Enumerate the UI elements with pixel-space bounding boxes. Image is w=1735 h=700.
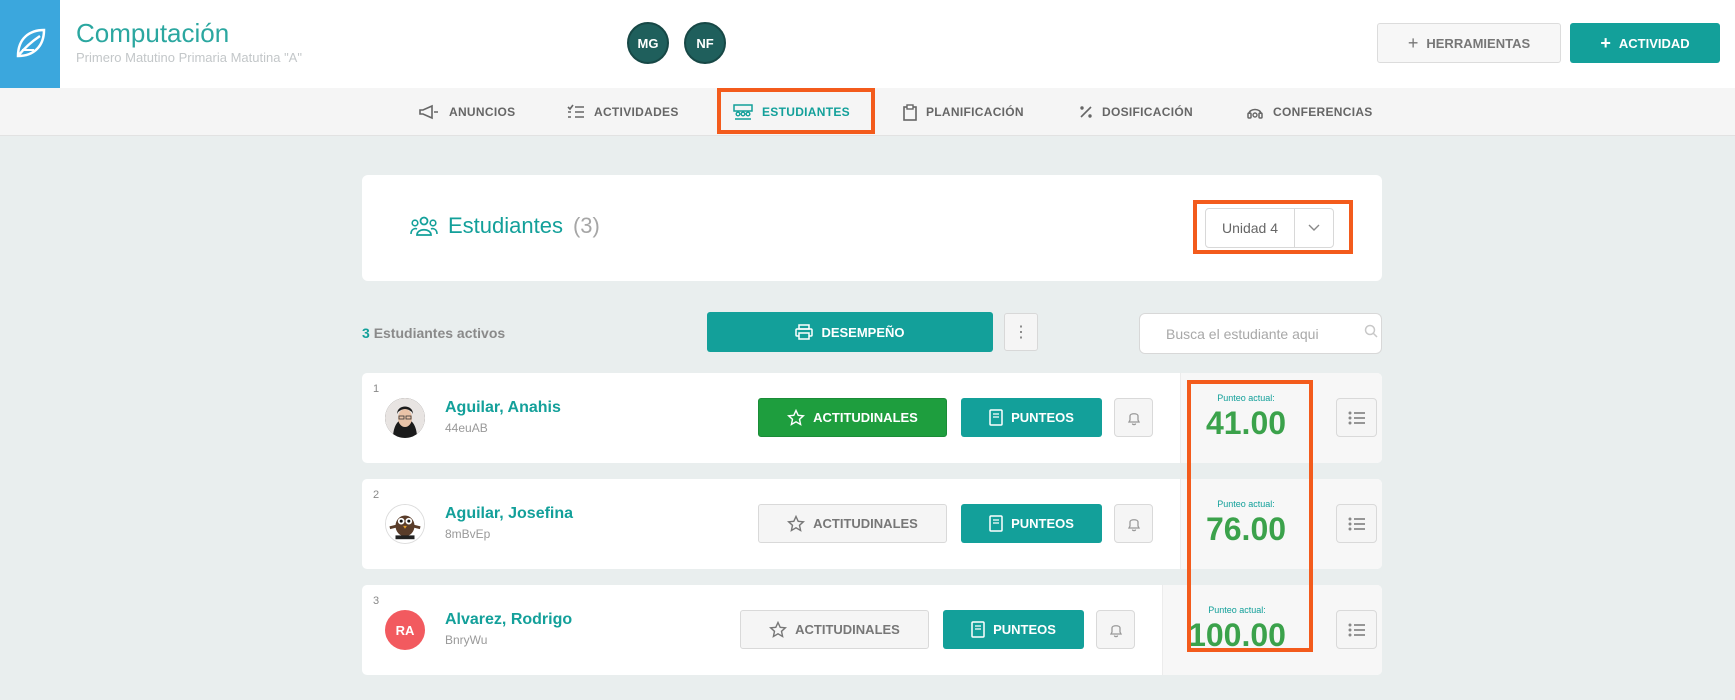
punteos-label: PUNTEOS xyxy=(1011,516,1074,531)
punteos-label: PUNTEOS xyxy=(993,622,1056,637)
search-icon xyxy=(1364,324,1378,343)
add-activity-button[interactable]: + ACTIVIDAD xyxy=(1570,23,1720,63)
avatar-initials: RA xyxy=(395,622,415,638)
student-code: 44euAB xyxy=(445,421,488,435)
tab-label: ANUNCIOS xyxy=(449,105,516,119)
desempeno-label: DESEMPEÑO xyxy=(821,324,905,340)
tools-label: HERRAMIENTAS xyxy=(1426,35,1531,51)
tab-label: CONFERENCIAS xyxy=(1273,105,1373,119)
checklist-icon xyxy=(567,104,584,118)
punteos-button[interactable]: PUNTEOS xyxy=(961,504,1102,543)
teacher-avatar[interactable]: NF xyxy=(684,22,726,64)
student-search[interactable] xyxy=(1139,313,1382,354)
student-avatar[interactable] xyxy=(385,504,425,544)
active-count-label: Estudiantes activos xyxy=(373,325,506,341)
details-button[interactable] xyxy=(1336,504,1377,543)
student-code: BnryWu xyxy=(445,633,488,647)
row-number: 1 xyxy=(373,383,380,395)
actitudinales-button[interactable]: ACTITUDINALES xyxy=(758,504,947,543)
student-avatar[interactable]: RA xyxy=(385,610,425,650)
tab-conferencias[interactable]: CONFERENCIAS xyxy=(1246,88,1373,136)
list-icon xyxy=(1348,517,1365,530)
highlight-box xyxy=(1193,200,1353,254)
book-icon xyxy=(989,515,1003,532)
more-options-button[interactable]: ⋮ xyxy=(1004,313,1038,351)
tab-actividades[interactable]: ACTIVIDADES xyxy=(567,88,679,136)
book-icon xyxy=(971,621,985,638)
punteos-button[interactable]: PUNTEOS xyxy=(943,610,1084,649)
student-avatar[interactable] xyxy=(385,398,425,438)
notify-button[interactable] xyxy=(1114,504,1153,543)
active-students-count: 3 Estudiantes activos xyxy=(362,325,505,341)
plus-icon: + xyxy=(1600,32,1611,53)
list-icon xyxy=(1348,623,1365,636)
actitudinales-label: ACTITUDINALES xyxy=(813,410,918,425)
users-icon xyxy=(410,216,438,236)
kebab-icon: ⋮ xyxy=(1013,324,1029,341)
tab-dosificacion[interactable]: DOSIFICACIÓN xyxy=(1079,88,1193,136)
student-name[interactable]: Aguilar, Anahis xyxy=(445,399,561,417)
actitudinales-button[interactable]: ACTITUDINALES xyxy=(758,398,947,437)
star-icon xyxy=(787,408,806,426)
panel-title: Estudiantes (3) xyxy=(410,213,600,239)
printer-icon xyxy=(795,324,814,340)
tab-label: PLANIFICACIÓN xyxy=(926,105,1024,119)
student-code: 8mBvEp xyxy=(445,527,491,541)
student-name[interactable]: Alvarez, Rodrigo xyxy=(445,611,572,629)
active-count-number: 3 xyxy=(362,325,370,341)
star-icon xyxy=(769,620,788,638)
percent-icon xyxy=(1080,106,1092,118)
punteos-button[interactable]: PUNTEOS xyxy=(961,398,1102,437)
bell-icon xyxy=(1109,624,1122,637)
tools-button[interactable]: + HERRAMIENTAS xyxy=(1377,23,1561,63)
leaf-icon xyxy=(16,28,46,58)
notify-button[interactable] xyxy=(1096,610,1135,649)
tab-anuncios[interactable]: ANUNCIOS xyxy=(418,88,515,136)
teacher-avatar[interactable]: MG xyxy=(627,22,669,64)
highlight-box xyxy=(717,88,875,134)
actitudinales-label: ACTITUDINALES xyxy=(813,516,918,531)
list-icon xyxy=(1348,411,1365,424)
row-number: 2 xyxy=(373,489,380,501)
bell-icon xyxy=(1127,518,1140,531)
details-button[interactable] xyxy=(1336,610,1377,649)
notify-button[interactable] xyxy=(1114,398,1153,437)
book-icon xyxy=(989,409,1003,426)
megaphone-icon xyxy=(419,104,438,120)
actitudinales-label: ACTITUDINALES xyxy=(795,622,900,637)
student-name[interactable]: Aguilar, Josefina xyxy=(445,505,573,523)
course-title: Computación xyxy=(76,18,230,48)
course-subtitle: Primero Matutino Primaria Matutina "A" xyxy=(76,50,302,65)
top-header: Computación Primero Matutino Primaria Ma… xyxy=(0,0,1735,88)
desempeno-button[interactable]: DESEMPEÑO xyxy=(707,312,993,352)
tab-planificacion[interactable]: PLANIFICACIÓN xyxy=(903,88,1024,136)
activity-label: ACTIVIDAD xyxy=(1618,35,1690,51)
actitudinales-button[interactable]: ACTITUDINALES xyxy=(740,610,929,649)
student-count: (3) xyxy=(572,213,600,238)
punteos-label: PUNTEOS xyxy=(1011,410,1074,425)
tab-label: ACTIVIDADES xyxy=(594,105,679,119)
highlight-box xyxy=(1187,380,1313,652)
tab-label: DOSIFICACIÓN xyxy=(1102,105,1193,119)
search-input[interactable] xyxy=(1166,325,1356,342)
row-number: 3 xyxy=(373,595,380,607)
star-icon xyxy=(787,514,806,532)
details-button[interactable] xyxy=(1336,398,1377,437)
clipboard-icon xyxy=(903,103,917,121)
bell-icon xyxy=(1127,412,1140,425)
headset-icon xyxy=(1247,108,1263,119)
plus-icon: + xyxy=(1407,32,1419,53)
panel-title-text: Estudiantes xyxy=(448,213,563,238)
app-logo[interactable] xyxy=(0,0,60,88)
